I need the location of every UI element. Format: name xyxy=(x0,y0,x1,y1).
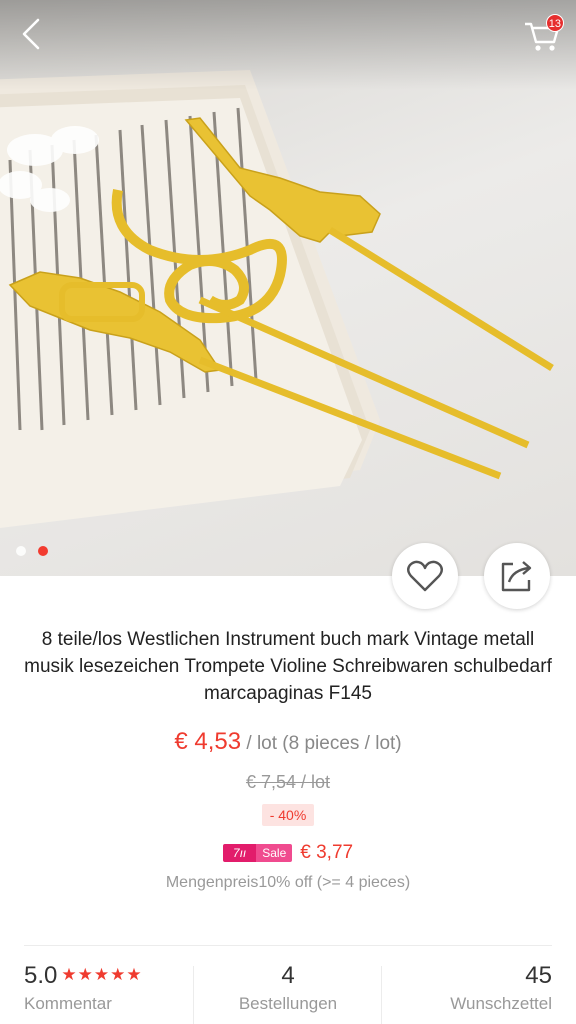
sale-tag-logo: 7ıı xyxy=(222,844,257,862)
gallery-dot-active[interactable] xyxy=(38,546,48,556)
wishlist-stat[interactable]: 45 Wunschzettel xyxy=(382,962,552,1024)
orders-value: 4 xyxy=(281,962,295,989)
cart-count-badge: 13 xyxy=(545,14,564,32)
sale-tag-label: Sale xyxy=(256,844,293,862)
cart-button[interactable]: 13 xyxy=(522,14,564,54)
header-shade xyxy=(0,0,576,90)
sale-row: 7ıı Sale € 3,77 xyxy=(0,842,576,864)
share-icon xyxy=(501,561,532,592)
back-button[interactable] xyxy=(14,14,54,54)
wishlist-value: 45 xyxy=(525,962,552,989)
rating-value: 5.0 xyxy=(24,962,58,989)
stat-separator xyxy=(381,966,382,1024)
orders-stat[interactable]: 4 Bestellungen xyxy=(194,962,382,1024)
price-line: € 4,53 / lot (8 pieces / lot) xyxy=(0,728,576,756)
sale-price: € 3,77 xyxy=(300,842,354,863)
discount-row: - 40% xyxy=(0,804,576,826)
rating-stat[interactable]: 5.0 ★★★★★ Kommentar xyxy=(24,962,194,1024)
gallery-dot[interactable] xyxy=(16,546,26,556)
heart-outline-icon xyxy=(407,560,443,592)
wishlist-label: Wunschzettel xyxy=(450,994,552,1013)
sale-tag: 7ıı Sale xyxy=(222,844,293,862)
original-price: € 7,54 / lot xyxy=(245,772,331,792)
chevron-left-icon xyxy=(22,18,40,50)
rating-label: Kommentar xyxy=(24,994,112,1013)
product-title: 8 teile/los Westlichen Instrument buch m… xyxy=(24,629,552,704)
stat-separator xyxy=(193,966,194,1024)
divider xyxy=(24,945,552,946)
orders-label: Bestellungen xyxy=(238,994,338,1013)
rating-stars: ★★★★★ xyxy=(61,965,143,984)
wishlist-button[interactable] xyxy=(392,543,458,609)
gallery-pagination xyxy=(16,546,48,556)
bulk-price-note: Mengenpreis10% off (>= 4 pieces) xyxy=(165,874,411,891)
price-unit: / lot (8 pieces / lot) xyxy=(241,733,402,754)
product-image[interactable]: 13 xyxy=(0,0,576,576)
discount-badge: - 40% xyxy=(261,804,315,826)
stats-bar: 5.0 ★★★★★ Kommentar 4 Bestellungen 45 Wun… xyxy=(0,962,576,1024)
current-price: € 4,53 xyxy=(174,728,242,755)
share-button[interactable] xyxy=(484,543,550,609)
